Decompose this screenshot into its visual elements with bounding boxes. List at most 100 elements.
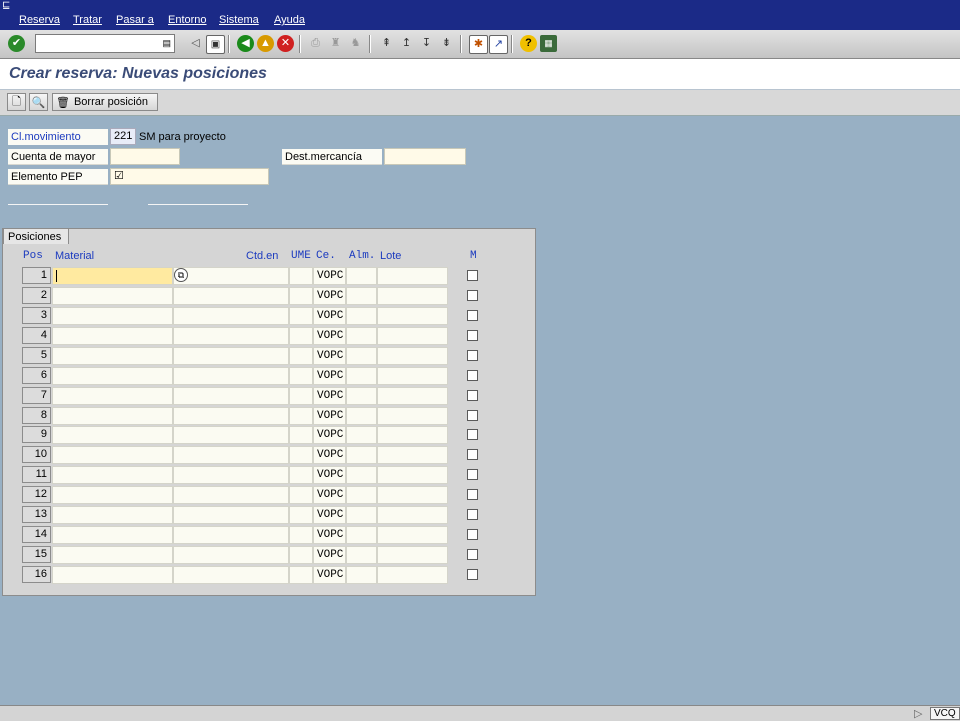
batch-cell[interactable] [377,446,448,464]
command-dropdown-icon[interactable]: ▤ [162,38,171,49]
material-cell[interactable] [52,367,173,385]
menu-ayuda[interactable]: Ayuda [274,14,305,26]
last-page-icon[interactable]: ⇟ [438,35,455,52]
row-checkbox[interactable] [467,569,478,580]
menu-reserva[interactable]: Reserva [19,14,60,26]
back-icon[interactable]: ◀ [237,35,254,52]
row-selector[interactable]: 16 [22,566,51,583]
row-selector[interactable]: 4 [22,327,51,344]
gl-account-field[interactable] [110,148,180,165]
col-m[interactable]: M [470,250,477,262]
menu-sistema[interactable]: Sistema [219,14,259,26]
unit-cell[interactable] [289,426,313,444]
batch-cell[interactable] [377,407,448,425]
quantity-cell[interactable] [173,327,289,345]
material-cell[interactable] [52,466,173,484]
col-ume[interactable]: UME [291,250,311,262]
plant-cell[interactable]: VOPC [313,347,346,365]
storage-location-cell[interactable] [346,426,377,444]
goods-recipient-field[interactable] [384,148,466,165]
unit-cell[interactable] [289,307,313,325]
back-arrow-icon[interactable]: ◁ [187,35,204,52]
unit-cell[interactable] [289,486,313,504]
quantity-cell[interactable] [173,347,289,365]
unit-cell[interactable] [289,446,313,464]
storage-location-cell[interactable] [346,506,377,524]
material-cell[interactable] [52,327,173,345]
row-checkbox[interactable] [467,370,478,381]
material-cell[interactable] [52,387,173,405]
row-checkbox[interactable] [467,449,478,460]
storage-location-cell[interactable] [346,347,377,365]
row-checkbox[interactable] [467,429,478,440]
batch-cell[interactable] [377,466,448,484]
material-cell[interactable] [52,307,173,325]
unit-cell[interactable] [289,287,313,305]
row-checkbox[interactable] [467,489,478,500]
find-next-icon[interactable]: ♞ [347,35,364,52]
batch-cell[interactable] [377,287,448,305]
next-page-icon[interactable]: ↧ [418,35,435,52]
batch-cell[interactable] [377,486,448,504]
row-checkbox[interactable] [467,469,478,480]
material-cell[interactable] [52,566,173,584]
quantity-cell[interactable] [173,566,289,584]
col-lote[interactable]: Lote [380,250,401,262]
row-selector[interactable]: 10 [22,446,51,463]
plant-cell[interactable]: VOPC [313,566,346,584]
unit-cell[interactable] [289,546,313,564]
plant-cell[interactable]: VOPC [313,526,346,544]
quantity-cell[interactable] [173,407,289,425]
material-cell[interactable] [52,426,173,444]
plant-cell[interactable]: VOPC [313,287,346,305]
plant-cell[interactable]: VOPC [313,327,346,345]
row-checkbox[interactable] [467,350,478,361]
command-field[interactable]: ▤ [35,34,175,53]
row-selector[interactable]: 3 [22,307,51,324]
quantity-cell[interactable] [173,486,289,504]
row-selector[interactable]: 8 [22,407,51,424]
new-document-icon[interactable]: 🗋 [7,93,26,111]
storage-location-cell[interactable] [346,486,377,504]
wbs-element-field[interactable]: ☑ [110,168,269,185]
exit-icon[interactable]: ▲ [257,35,274,52]
unit-cell[interactable] [289,327,313,345]
unit-cell[interactable] [289,347,313,365]
row-selector[interactable]: 13 [22,506,51,523]
previous-page-icon[interactable]: ↥ [398,35,415,52]
row-selector[interactable]: 1 [22,267,51,284]
material-cell[interactable] [52,347,173,365]
storage-location-cell[interactable] [346,446,377,464]
menu-tratar[interactable]: Tratar [73,14,102,26]
create-shortcut-icon[interactable]: ↗ [489,35,508,54]
unit-cell[interactable] [289,466,313,484]
quantity-cell[interactable] [173,387,289,405]
row-selector[interactable]: 5 [22,347,51,364]
row-checkbox[interactable] [467,290,478,301]
unit-cell[interactable] [289,407,313,425]
quantity-cell[interactable] [173,546,289,564]
material-cell[interactable] [52,287,173,305]
row-selector[interactable]: 12 [22,486,51,503]
help-icon[interactable]: ? [520,35,537,52]
row-checkbox[interactable] [467,390,478,401]
row-selector[interactable]: 7 [22,387,51,404]
plant-cell[interactable]: VOPC [313,387,346,405]
batch-cell[interactable] [377,526,448,544]
row-selector[interactable]: 15 [22,546,51,563]
value-help-icon[interactable]: ⧉ [174,268,188,282]
status-expand-icon[interactable]: ▷ [914,707,922,720]
storage-location-cell[interactable] [346,307,377,325]
find-icon[interactable]: ♜ [327,35,344,52]
batch-cell[interactable] [377,307,448,325]
quantity-cell[interactable] [173,307,289,325]
unit-cell[interactable] [289,506,313,524]
storage-location-cell[interactable] [346,327,377,345]
plant-cell[interactable]: VOPC [313,407,346,425]
tab-posiciones[interactable]: Posiciones [3,228,69,244]
unit-cell[interactable] [289,387,313,405]
storage-location-cell[interactable] [346,526,377,544]
batch-cell[interactable] [377,546,448,564]
plant-cell[interactable]: VOPC [313,506,346,524]
row-selector[interactable]: 6 [22,367,51,384]
